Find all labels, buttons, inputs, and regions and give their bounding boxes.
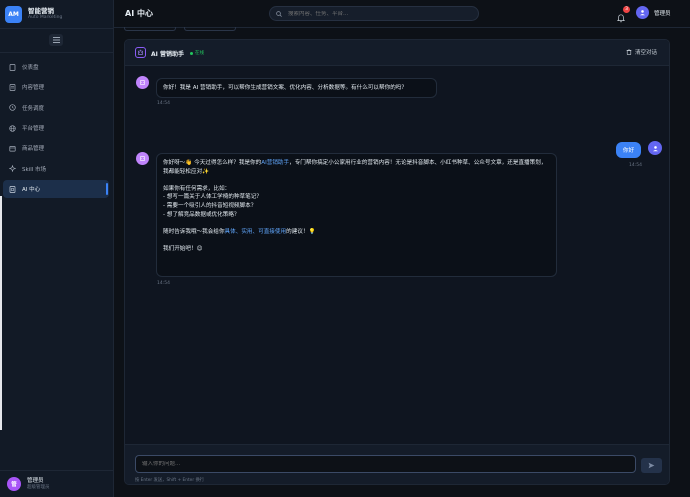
message-text: 你好！我是 AI 营销助手，可以帮你生成营销文案、优化内容、分析数据等。有什么可… [163,84,407,91]
highlight-text: AI营销助手 [261,160,290,166]
sidebar-item-ai-center[interactable]: AI 中心 [3,180,109,199]
file-icon [9,63,16,71]
brand[interactable]: AM 智能营销 Auto Marketing [5,3,111,25]
sidebar-item-platforms[interactable]: 平台管理 [3,119,109,137]
notification-badge: 3 [623,6,630,13]
sidebar-nav: 仪表盘 内容管理 任务调度 平台管理 商品管理 Skill 市场 AI 中心 [3,58,109,200]
trash-icon [626,49,632,55]
sidebar-user-text: 管理员 超级管理员 [27,478,50,491]
message-text: 我们开始吧！😊 [163,245,203,252]
online-status: 在线 [190,50,204,56]
chat-header: AI 营销助手 在线 清空对话 [125,40,669,66]
tab-stub[interactable] [184,27,236,31]
box-icon [9,145,16,152]
message-text: 你好 [622,148,635,154]
sidebar: AM 智能营销 Auto Marketing 仪表盘 内容管理 任务调度 平台管… [0,0,114,497]
clear-chat-label: 清空对话 [634,50,657,56]
brand-logo: AM [5,5,22,23]
chat-title: AI 营销助手 [151,51,184,58]
sidebar-item-label: 平台管理 [22,126,45,133]
message-text: 随时告诉我哦～我会给你 [163,228,225,235]
message-paragraph: 随时告诉我哦～我会给你具体、实用、可直接使用的建议！💡 [163,228,550,237]
sidebar-item-label: 内容管理 [22,85,45,92]
message-time: 14:54 [629,163,642,168]
user-avatar-icon [648,141,662,155]
bot-message: 你好呀～👋 今天过得怎么样？我是你的AI营销助手，专门帮你搞定小公家用行业的营销… [156,153,557,277]
sidebar-item-label: 商品管理 [22,146,45,153]
robot-icon [139,156,146,161]
globe-icon [9,124,16,132]
bot-avatar [136,76,149,89]
bot-message: 你好！我是 AI 营销助手，可以帮你生成营销文案、优化内容、分析数据等。有什么可… [156,78,437,98]
message-time: 14:54 [157,101,170,106]
bell-icon [617,14,625,23]
message-text: 如果你有任何需求，比如： [163,185,231,192]
message-paragraph: 你好呀～👋 今天过得怎么样？我是你的AI营销助手，专门帮你搞定小公家用行业的营销… [163,159,550,176]
search-input[interactable] [288,10,468,17]
highlight-text: 具体、实用、可直接使用 [224,228,287,235]
avatar: 管 [7,477,21,491]
sidebar-item-dashboard[interactable]: 仪表盘 [3,58,109,76]
send-icon [648,462,655,469]
chat-input-wrapper[interactable] [135,455,636,473]
document-icon [9,83,16,91]
sidebar-divider [0,28,113,29]
chat-input[interactable] [142,461,622,467]
sidebar-scroll-edge [0,196,2,430]
user-message: 你好 [616,142,641,158]
input-hint: 按 Enter 发送，Shift + Enter 换行 [135,478,205,483]
bot-avatar [136,152,149,165]
clock-icon [9,104,16,111]
brand-name: 智能营销 [28,7,54,15]
message-paragraph: 如果你有任何需求，比如： - 想写一篇关于人体工学椅的种草笔记？ - 需要一个吸… [163,185,550,219]
sidebar-item-tasks[interactable]: 任务调度 [3,99,109,117]
message-time: 14:54 [157,281,170,286]
notification-button[interactable]: 3 [617,6,630,23]
message-text: 你好呀～👋 今天过得怎么样？我是你的 [163,160,262,166]
sidebar-item-skills[interactable]: Skill 市场 [3,160,109,178]
sidebar-item-products[interactable]: 商品管理 [3,139,109,157]
message-text: - 需要一个吸引人的抖音短视频脚本？ [163,202,257,209]
chat-panel: AI 营销助手 在线 清空对话 你好！我是 AI 营销助手，可以帮你生成营销文案… [124,39,670,485]
page-title: AI 中心 [125,9,153,18]
menu-icon [52,37,60,43]
sparkle-icon [9,165,16,173]
search-icon [276,10,282,17]
search-bar[interactable] [269,6,479,21]
robot-icon [139,80,146,85]
message-text: - 想写一篇关于人体工学椅的种草笔记？ [163,194,262,201]
message-text: - 想了解竞品数据或优化策略？ [163,211,240,218]
chat-input-area: 按 Enter 发送，Shift + Enter 换行 [125,444,669,484]
sidebar-item-label: 任务调度 [22,105,45,112]
sidebar-item-label: AI 中心 [22,187,41,194]
brand-text: 智能营销 Auto Marketing [28,7,62,21]
message-list: 你好！我是 AI 营销助手，可以帮你生成营销文案、优化内容、分析数据等。有什么可… [125,66,669,444]
robot-icon [135,47,146,58]
clear-chat-button[interactable]: 清空对话 [626,48,657,56]
app-root: AM 智能营销 Auto Marketing 仪表盘 内容管理 任务调度 平台管… [0,0,690,497]
sidebar-item-content[interactable]: 内容管理 [3,78,109,96]
message-text: 的建议！💡 [286,228,316,235]
robot-icon [9,185,16,193]
header-user-name: 管理员 [654,10,671,17]
sidebar-item-label: 仪表盘 [22,65,39,71]
sidebar-divider [0,52,113,53]
tab-stub[interactable] [124,27,176,31]
sidebar-user-role: 超级管理员 [27,484,50,490]
brand-subtitle: Auto Marketing [28,15,63,20]
sidebar-user-name: 管理员 [27,477,44,484]
top-header: AI 中心 3 管理员 [114,0,690,28]
sidebar-user-profile[interactable]: 管 管理员 超级管理员 [0,470,113,497]
collapse-sidebar-button[interactable] [49,34,63,46]
send-button[interactable] [641,458,662,473]
user-avatar-icon [636,6,649,19]
header-user-menu[interactable]: 管理员 [636,6,671,19]
sidebar-item-label: Skill 市场 [22,166,47,173]
